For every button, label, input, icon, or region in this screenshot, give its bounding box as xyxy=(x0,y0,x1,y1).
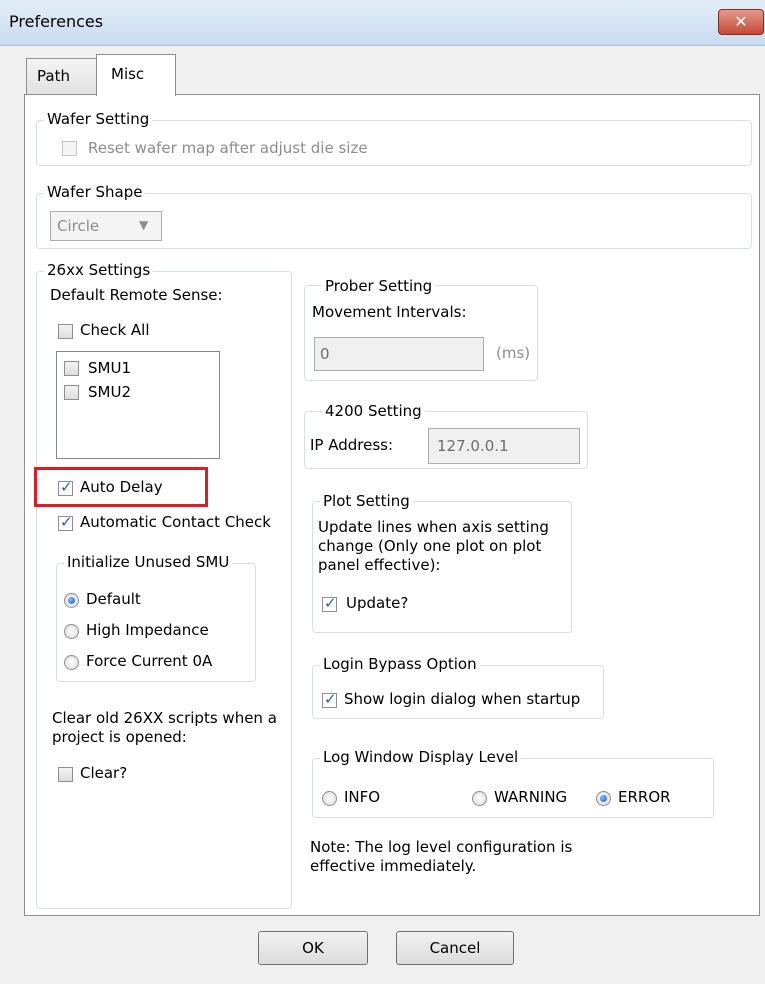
log-level-title: Log Window Display Level xyxy=(320,748,522,766)
close-button[interactable]: ✕ xyxy=(718,9,764,35)
update-label: Update? xyxy=(346,594,409,612)
high-impedance-radio-label: High Impedance xyxy=(86,621,209,639)
plot-description: Update lines when axis setting change (O… xyxy=(318,518,549,574)
tab-misc[interactable]: Misc xyxy=(96,54,176,96)
reset-wafer-map-label: Reset wafer map after adjust die size xyxy=(88,139,368,157)
reset-wafer-map-checkbox[interactable] xyxy=(62,141,77,156)
warning-radio[interactable] xyxy=(472,791,487,806)
ok-button[interactable]: OK xyxy=(258,931,368,965)
clear-checkbox[interactable] xyxy=(58,767,73,782)
wafer-shape-title: Wafer Shape xyxy=(44,183,146,201)
prober-title: Prober Setting xyxy=(322,277,436,295)
check-all-checkbox[interactable] xyxy=(58,324,73,339)
auto-contact-checkbox[interactable] xyxy=(58,513,73,531)
tab-misc-label: Misc xyxy=(111,65,145,83)
wafer-shape-value: Circle xyxy=(57,217,100,235)
unused-smu-title: Initialize Unused SMU xyxy=(64,553,233,571)
plot-title: Plot Setting xyxy=(320,492,413,510)
update-checkbox[interactable] xyxy=(322,594,337,612)
auto-contact-label: Automatic Contact Check xyxy=(80,513,271,531)
movement-intervals-input[interactable]: 0 xyxy=(314,337,484,371)
show-login-checkbox[interactable] xyxy=(322,690,337,708)
force-current-radio-label: Force Current 0A xyxy=(86,652,213,670)
movement-intervals-label: Movement Intervals: xyxy=(312,303,467,321)
window-title: Preferences xyxy=(9,12,104,31)
default-radio[interactable] xyxy=(64,593,79,608)
error-radio[interactable] xyxy=(596,791,611,806)
wafer-setting-title: Wafer Setting xyxy=(44,110,153,128)
error-radio-label: ERROR xyxy=(618,788,671,806)
s4200-title: 4200 Setting xyxy=(322,402,425,420)
auto-delay-checkbox[interactable] xyxy=(58,478,73,496)
show-login-label: Show login dialog when startup xyxy=(344,690,581,708)
ip-address-input[interactable]: 127.0.0.1 xyxy=(428,428,580,464)
ip-address-value: 127.0.0.1 xyxy=(437,437,509,455)
close-icon: ✕ xyxy=(734,12,748,31)
ip-address-label: IP Address: xyxy=(310,436,394,454)
smu2-checkbox[interactable] xyxy=(64,385,79,400)
s26xx-title: 26xx Settings xyxy=(44,261,154,279)
high-impedance-radio[interactable] xyxy=(64,624,79,639)
clear-label: Clear? xyxy=(80,764,128,782)
info-radio-label: INFO xyxy=(344,788,381,806)
movement-intervals-value: 0 xyxy=(320,345,330,363)
login-title: Login Bypass Option xyxy=(320,655,480,673)
tab-path-label: Path xyxy=(37,67,70,85)
tab-path[interactable]: Path xyxy=(26,58,98,94)
clear-scripts-text: Clear old 26XX scripts when a project is… xyxy=(52,709,277,746)
smu1-checkbox[interactable] xyxy=(64,361,79,376)
log-level-note: Note: The log level configuration is eff… xyxy=(310,838,573,875)
title-bar xyxy=(0,0,765,46)
cancel-button[interactable]: Cancel xyxy=(396,931,514,965)
check-all-label: Check All xyxy=(80,321,150,339)
force-current-radio[interactable] xyxy=(64,655,79,670)
smu2-label: SMU2 xyxy=(88,383,131,401)
default-radio-label: Default xyxy=(86,590,141,608)
warning-radio-label: WARNING xyxy=(494,788,568,806)
wafer-shape-select[interactable]: Circle ▼ xyxy=(50,211,162,241)
smu-list[interactable] xyxy=(56,351,220,459)
chevron-down-icon: ▼ xyxy=(139,218,149,232)
movement-intervals-unit: (ms) xyxy=(496,344,531,362)
auto-delay-label: Auto Delay xyxy=(80,478,163,496)
remote-sense-label: Default Remote Sense: xyxy=(50,286,223,304)
smu1-label: SMU1 xyxy=(88,359,131,377)
info-radio[interactable] xyxy=(322,791,337,806)
